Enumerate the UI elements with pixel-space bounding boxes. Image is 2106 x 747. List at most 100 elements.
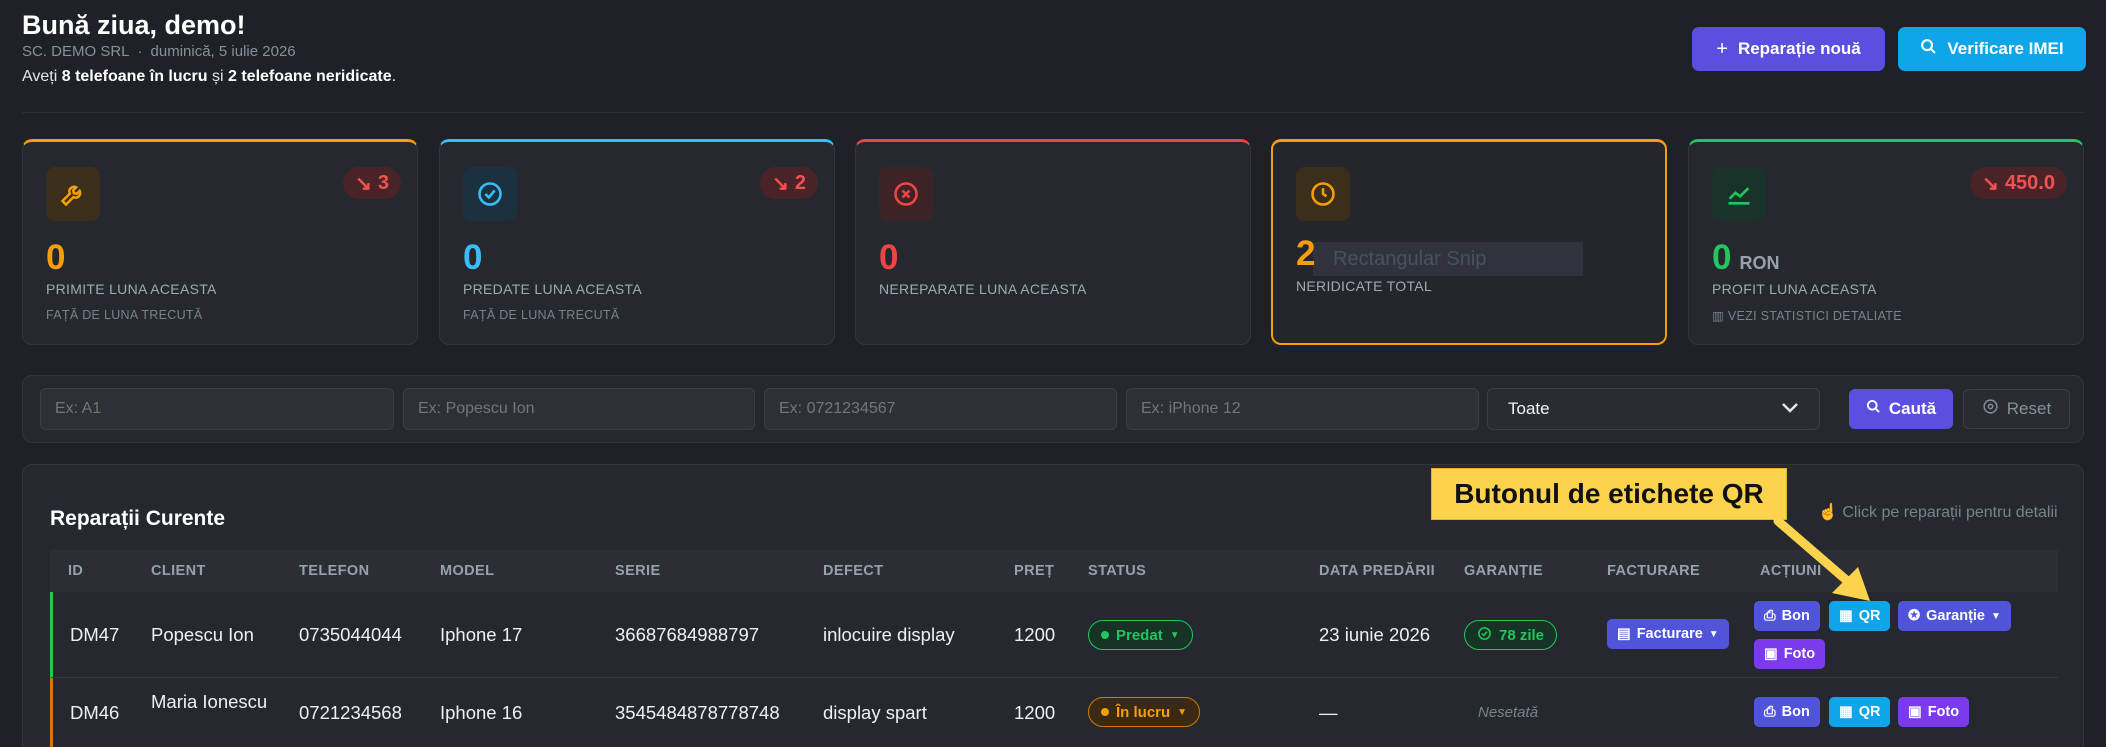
photo-label: Foto — [1927, 704, 1960, 720]
search-button-label: Caută — [1888, 399, 1937, 418]
column-header[interactable]: GARANȚIE — [1464, 563, 1543, 579]
photo-label: Foto — [1783, 646, 1816, 662]
caret-down-icon: ▼ — [1177, 706, 1188, 718]
page-greeting: Bună ziua, demo! — [22, 10, 246, 40]
photo-button[interactable]: ▣ Foto — [1754, 639, 1826, 669]
status-summary: Aveți 8 telefoane în lucru și 2 telefoan… — [22, 68, 396, 86]
column-header[interactable]: DATA PREDĂRII — [1319, 563, 1435, 579]
stat-card-unrepaired[interactable]: 0 NEREPARATE LUNA ACEASTA — [855, 139, 1251, 345]
column-header[interactable]: FACTURARE — [1607, 563, 1700, 579]
stat-label: PROFIT LUNA ACEASTA — [1712, 281, 1877, 297]
stat-value: 0 — [463, 238, 483, 277]
client-filter-input[interactable] — [403, 388, 755, 430]
status-label: În lucru — [1116, 703, 1171, 721]
status-dot — [1101, 631, 1109, 639]
wrench-icon — [46, 167, 100, 221]
cell-delivery-date: — — [1319, 702, 1338, 723]
x-circle-icon — [879, 167, 933, 221]
stat-card-received[interactable]: ↘ 3 0 PRIMITE LUNA ACEASTA FAȚĂ DE LUNA T… — [22, 139, 418, 345]
status-label: Predat — [1116, 626, 1163, 644]
cell-model: Iphone 16 — [440, 702, 523, 723]
bon-button[interactable]: ⎙ Bon — [1754, 601, 1820, 631]
stats-link[interactable]: ▥ VEZI STATISTICI DETALIATE — [1712, 308, 1902, 323]
trend-down-icon: ↘ — [1982, 172, 1999, 195]
model-filter-input[interactable] — [1126, 388, 1479, 430]
stat-card-delivered[interactable]: ↘ 2 0 PREDATE LUNA ACEASTA FAȚĂ DE LUNA T… — [439, 139, 835, 345]
stat-value: 0 — [46, 238, 66, 277]
trend-down-badge: ↘ 3 — [343, 167, 401, 199]
column-header[interactable]: MODEL — [440, 563, 494, 579]
currency-unit: RON — [1739, 253, 1780, 273]
warranty-badge: 78 zile — [1464, 620, 1558, 650]
qr-label: QR — [1858, 704, 1881, 720]
cell-serial: 36687684988797 — [615, 624, 760, 645]
column-header[interactable]: PREȚ — [1014, 563, 1054, 579]
stat-value: 2 — [1296, 234, 1316, 273]
billing-dropdown[interactable]: ▤ Facturare ▼ — [1607, 619, 1729, 649]
trend-value: 3 — [377, 171, 389, 194]
printer-icon: ⎙ — [1764, 704, 1776, 720]
printer-icon: ⎙ — [1764, 608, 1776, 624]
summary-in-progress: 8 telefoane în lucru — [61, 68, 208, 85]
annotation-text: Butonul de etichete QR — [1454, 478, 1764, 509]
stats-link-label: VEZI STATISTICI DETALIATE — [1727, 309, 1902, 323]
status-dropdown[interactable]: În lucru ▼ — [1088, 697, 1201, 727]
new-repair-button[interactable]: + Reparație nouă — [1692, 27, 1885, 71]
photo-button[interactable]: ▣ Foto — [1898, 697, 1970, 727]
caret-down-icon: ▼ — [1169, 629, 1180, 641]
qr-button[interactable]: ▦ QR — [1829, 697, 1891, 727]
search-icon — [1920, 38, 1937, 60]
summary-text: Aveți — [22, 68, 62, 85]
cell-phone: 0735044044 — [299, 624, 402, 645]
image-icon: ▣ — [1908, 704, 1922, 720]
imei-check-button[interactable]: Verificare IMEI — [1898, 27, 2086, 71]
stat-card-profit[interactable]: ↘ 450.0 0 RON PROFIT LUNA ACEASTA ▥ VEZI S… — [1688, 139, 2084, 345]
cell-phone: 0721234568 — [299, 702, 402, 723]
summary-text: . — [391, 68, 397, 85]
qr-button[interactable]: ▦ QR — [1829, 601, 1891, 631]
chart-line-icon — [1712, 167, 1766, 221]
phone-filter-input[interactable] — [764, 388, 1117, 430]
check-circle-icon — [1477, 626, 1492, 645]
stat-card-unclaimed[interactable]: Rectangular Snip 2 NERIDICATE TOTAL — [1271, 139, 1667, 345]
column-header[interactable]: CLIENT — [151, 563, 206, 579]
cell-id: DM47 — [70, 624, 120, 645]
search-button[interactable]: Caută — [1849, 389, 1953, 429]
summary-text: și — [207, 68, 228, 85]
header-divider — [22, 112, 2084, 113]
reset-button[interactable]: Reset — [1963, 389, 2070, 429]
current-date: duminică, 5 iulie 2026 — [150, 43, 296, 60]
warranty-button[interactable]: ✪ Garanție ▼ — [1898, 601, 2011, 631]
stat-value: 0 — [879, 238, 899, 277]
bon-label: Bon — [1781, 608, 1810, 624]
image-icon: ▣ — [1764, 646, 1778, 662]
company-date-line: SC. DEMO SRL · duminică, 5 iulie 2026 — [22, 43, 296, 60]
clock-icon — [1296, 167, 1350, 221]
status-dot — [1101, 708, 1109, 716]
stat-value: 0 RON — [1712, 238, 1779, 278]
cell-client: Popescu Ion — [151, 624, 254, 645]
trend-down-icon: ↘ — [355, 172, 372, 195]
annotation-callout: Butonul de etichete QR — [1431, 468, 1787, 520]
column-header[interactable]: TELEFON — [299, 563, 369, 579]
cell-delivery-date: 23 iunie 2026 — [1319, 624, 1431, 645]
status-dropdown[interactable]: Predat ▼ — [1088, 620, 1193, 650]
id-filter-input[interactable] — [40, 388, 394, 430]
qr-label: QR — [1858, 608, 1881, 624]
warranty-label: 78 zile — [1499, 626, 1545, 644]
reset-button-label: Reset — [2006, 399, 2052, 418]
profit-amount: 0 — [1712, 238, 1732, 277]
check-circle-icon — [463, 167, 517, 221]
bon-button[interactable]: ⎙ Bon — [1754, 697, 1820, 727]
reset-icon — [1982, 398, 1999, 420]
certificate-icon: ✪ — [1908, 608, 1921, 624]
plus-icon: + — [1716, 37, 1728, 60]
column-header[interactable]: ID — [68, 563, 83, 579]
qr-icon: ▦ — [1839, 608, 1853, 624]
column-header[interactable]: SERIE — [615, 563, 661, 579]
column-header[interactable]: DEFECT — [823, 563, 883, 579]
column-header[interactable]: STATUS — [1088, 563, 1146, 579]
stat-label: PREDATE LUNA ACEASTA — [463, 281, 642, 297]
cell-price: 1200 — [1014, 624, 1056, 645]
status-filter-select[interactable]: Toate — [1487, 388, 1820, 430]
